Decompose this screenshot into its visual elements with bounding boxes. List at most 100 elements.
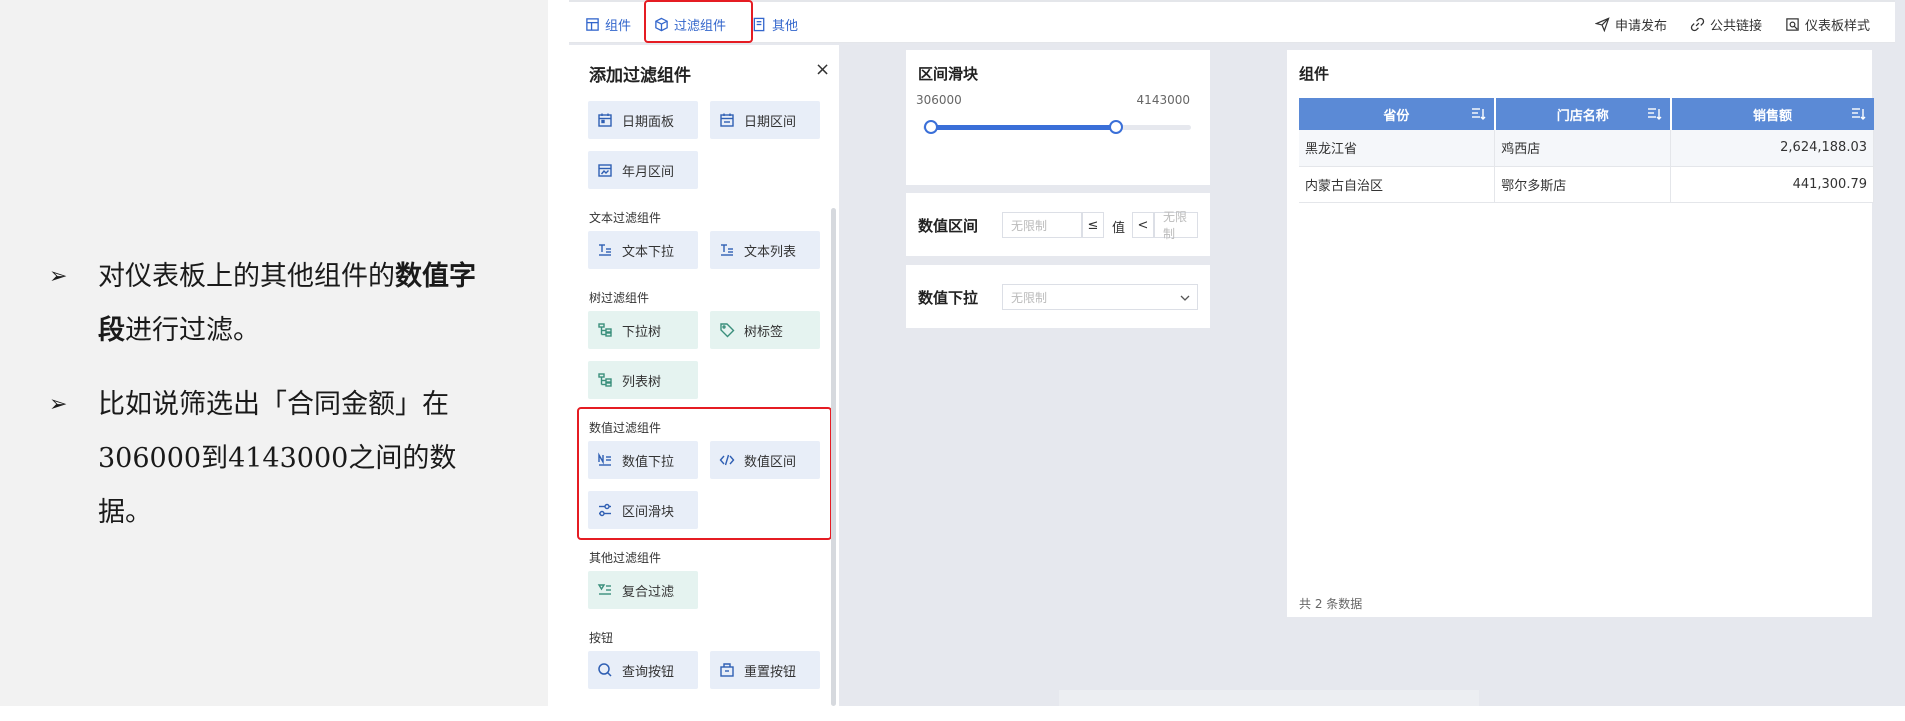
- bullet-1-prefix: 对仪表板上的其他组件的: [98, 261, 395, 292]
- other-group-label: 其他过滤组件: [589, 551, 662, 565]
- filter-text-list[interactable]: 文本列表: [710, 231, 820, 269]
- text-group-label: 文本过滤组件: [589, 211, 662, 225]
- slider-handle-max[interactable]: [1108, 120, 1123, 134]
- arrow-icon: ➢: [49, 264, 68, 289]
- number-range-title: 数值区间: [918, 217, 979, 235]
- style-icon: [1786, 17, 1799, 31]
- filter-list-tree-label: 列表树: [622, 374, 662, 390]
- column-header-province[interactable]: 省份: [1299, 98, 1496, 130]
- bullet-2: ➢ 比如说筛选出「合同金额」在306000到4143000之间的数据。: [49, 378, 499, 540]
- list-tree-icon: [588, 372, 622, 388]
- data-table: 省份 门店名称 销售额 黑龙江省 鸡西店 2,624,188.03 内蒙古自治区…: [1299, 98, 1874, 203]
- filter-reset-button[interactable]: 重置按钮: [710, 651, 820, 689]
- slider-track[interactable]: [923, 120, 1191, 134]
- slider-max-value: 4143000: [1136, 93, 1190, 107]
- send-icon: [1595, 16, 1610, 32]
- column-header-store[interactable]: 门店名称: [1494, 98, 1672, 130]
- close-icon[interactable]: ×: [815, 59, 830, 80]
- tab-other[interactable]: 其他: [752, 10, 798, 38]
- table-row[interactable]: 内蒙古自治区 鄂尔多斯店 441,300.79: [1299, 166, 1874, 203]
- highlight-number-group: [577, 407, 832, 540]
- tree-group-label: 树过滤组件: [589, 291, 650, 305]
- cell-sales: 2,624,188.03: [1670, 130, 1874, 167]
- component-icon: [586, 17, 599, 31]
- number-dropdown-title: 数值下拉: [918, 289, 979, 307]
- tab-other-label: 其他: [772, 18, 799, 34]
- calendar-range-icon: [710, 112, 744, 128]
- text-dropdown-icon: [588, 242, 622, 258]
- link-icon: [1690, 17, 1705, 31]
- filter-reset-button-label: 重置按钮: [744, 664, 797, 680]
- tag-icon: [710, 322, 744, 338]
- tab-components-label: 组件: [605, 18, 632, 34]
- apply-publish-button[interactable]: 申请发布: [1595, 10, 1667, 38]
- number-dropdown-select[interactable]: 无限制: [1002, 284, 1198, 310]
- add-filter-panel: 添加过滤组件 × 日期面板 日期区间 年月区间 文本过滤组件 文本下拉 文本列表…: [569, 45, 839, 706]
- filter-text-dropdown[interactable]: 文本下拉: [588, 231, 698, 269]
- bullet-1: ➢ 对仪表板上的其他组件的数值字段进行过滤。: [49, 250, 499, 358]
- cell-sales: 441,300.79: [1670, 166, 1874, 203]
- bullet-2-text: 比如说筛选出「合同金额」在306000到4143000之间的数据。: [98, 389, 457, 528]
- calendar-month-icon: [588, 162, 622, 178]
- filter-tree-tag-label: 树标签: [744, 324, 784, 340]
- range-max-input[interactable]: 无限制: [1154, 210, 1198, 241]
- operator-left-select[interactable]: ≤: [1082, 212, 1104, 238]
- watermark: [1059, 690, 1479, 706]
- sort-icon[interactable]: [1646, 106, 1662, 122]
- filter-date-panel-label: 日期面板: [622, 114, 675, 130]
- composite-filter-icon: [588, 582, 622, 598]
- filter-dropdown-tree[interactable]: 下拉树: [588, 311, 698, 349]
- sort-icon[interactable]: [1850, 106, 1866, 122]
- search-icon: [588, 662, 622, 678]
- bullet-1-suffix: 进行过滤。: [125, 315, 260, 346]
- filter-dropdown-tree-label: 下拉树: [622, 324, 662, 340]
- operator-right-select[interactable]: <: [1132, 212, 1154, 238]
- filter-text-list-label: 文本列表: [744, 244, 797, 260]
- cell-store: 鸡西店: [1494, 130, 1672, 167]
- slider-min-value: 306000: [916, 93, 962, 107]
- range-min-input[interactable]: 无限制: [1002, 212, 1082, 238]
- filter-query-button[interactable]: 查询按钮: [588, 651, 698, 689]
- table-row[interactable]: 黑龙江省 鸡西店 2,624,188.03: [1299, 130, 1874, 167]
- table-widget-title: 组件: [1299, 65, 1330, 83]
- highlight-filter-tab: [644, 0, 753, 43]
- value-label: 值: [1112, 221, 1126, 236]
- arrow-icon: ➢: [49, 392, 68, 417]
- cell-province: 内蒙古自治区: [1299, 166, 1496, 203]
- filter-year-month-range[interactable]: 年月区间: [588, 151, 698, 189]
- filter-composite[interactable]: 复合过滤: [588, 571, 698, 609]
- chevron-down-icon: [1180, 295, 1190, 301]
- filter-year-month-label: 年月区间: [622, 164, 675, 180]
- calendar-icon: [588, 112, 622, 128]
- reset-icon: [710, 662, 744, 678]
- dashboard-style-button[interactable]: 仪表板样式: [1785, 10, 1870, 38]
- tree-icon: [588, 322, 622, 338]
- table-footer-count: 共 2 条数据: [1299, 597, 1363, 611]
- filter-date-range-label: 日期区间: [744, 114, 797, 130]
- filter-list-tree[interactable]: 列表树: [588, 361, 698, 399]
- table-widget[interactable]: 组件 省份 门店名称 销售额 黑龙江省 鸡西店 2,624,188.03 内蒙古…: [1287, 50, 1874, 617]
- column-header-sales[interactable]: 销售额: [1670, 98, 1874, 130]
- filter-date-panel[interactable]: 日期面板: [588, 101, 698, 139]
- slider-handle-min[interactable]: [924, 120, 939, 134]
- sort-icon[interactable]: [1470, 106, 1486, 122]
- tab-components[interactable]: 组件: [585, 10, 631, 38]
- dashboard-style-label: 仪表板样式: [1805, 18, 1871, 34]
- range-slider-widget[interactable]: 区间滑块 306000 4143000: [906, 50, 1210, 185]
- filter-tree-tag[interactable]: 树标签: [710, 311, 820, 349]
- number-range-widget[interactable]: 数值区间 无限制 ≤ 值 < 无限制: [906, 193, 1210, 256]
- number-dropdown-widget[interactable]: 数值下拉 无限制: [906, 265, 1210, 328]
- public-link-button[interactable]: 公共链接: [1690, 10, 1762, 38]
- range-slider-title: 区间滑块: [918, 65, 979, 83]
- toolbar: 组件 过滤组件 其他 申请发布 公共链接 仪表板样式: [569, 0, 1895, 43]
- cell-province: 黑龙江省: [1299, 130, 1496, 167]
- filter-composite-label: 复合过滤: [622, 584, 675, 600]
- explanation-panel: ➢ 对仪表板上的其他组件的数值字段进行过滤。 ➢ 比如说筛选出「合同金额」在30…: [0, 0, 548, 706]
- add-doc-icon: [753, 17, 765, 31]
- cell-store: 鄂尔多斯店: [1494, 166, 1672, 203]
- filter-date-range[interactable]: 日期区间: [710, 101, 820, 139]
- apply-publish-label: 申请发布: [1615, 18, 1668, 34]
- slider-fill: [931, 125, 1116, 130]
- panel-scrollbar[interactable]: [831, 208, 836, 706]
- dashboard-editor: 组件 过滤组件 其他 申请发布 公共链接 仪表板样式 添加过滤组件 × 日期面板…: [569, 0, 1905, 706]
